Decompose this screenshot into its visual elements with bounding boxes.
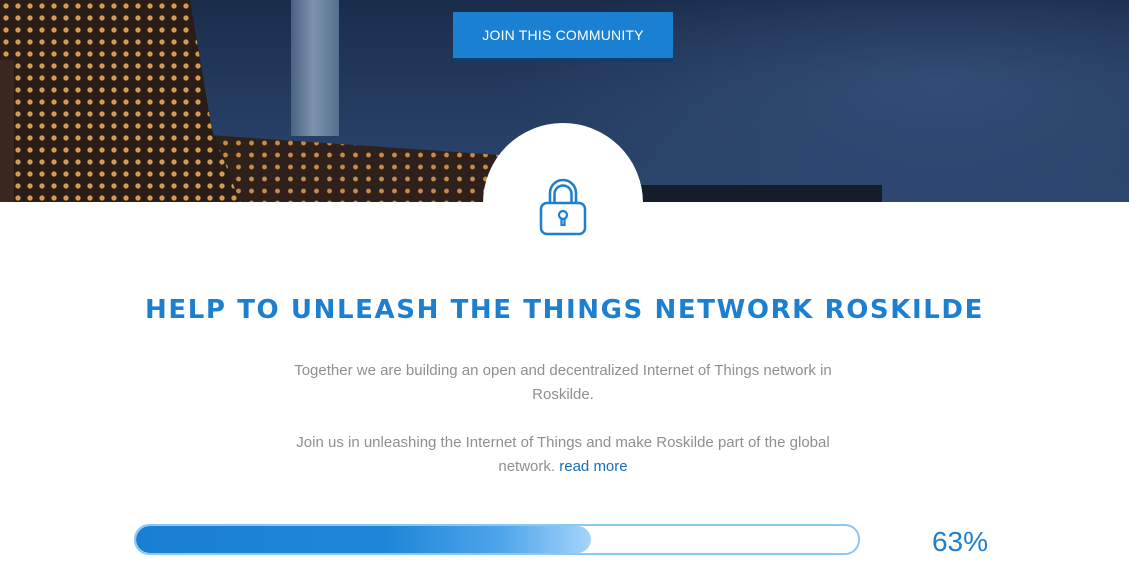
page: JOIN THIS COMMUNITY HELP TO UNLEASH THE … [0, 0, 1129, 588]
hero-pillar [0, 60, 14, 202]
lock-icon [539, 178, 587, 236]
hero-building-dark [620, 185, 882, 202]
hero-building-facade [0, 0, 240, 202]
intro-paragraph: Together we are building an open and dec… [294, 362, 832, 403]
funding-progress-label: 63% [931, 526, 989, 557]
hero-tower [291, 0, 339, 136]
page-headline: HELP TO UNLEASH THE THINGS NETWORK ROSKI… [145, 295, 984, 325]
join-paragraph: Join us in unleashing the Internet of Th… [280, 431, 846, 479]
funding-progress-fill [136, 526, 591, 553]
funding-progress-bar [134, 524, 860, 555]
read-more-link[interactable]: read more [559, 458, 627, 475]
join-community-button[interactable]: JOIN THIS COMMUNITY [453, 12, 673, 62]
